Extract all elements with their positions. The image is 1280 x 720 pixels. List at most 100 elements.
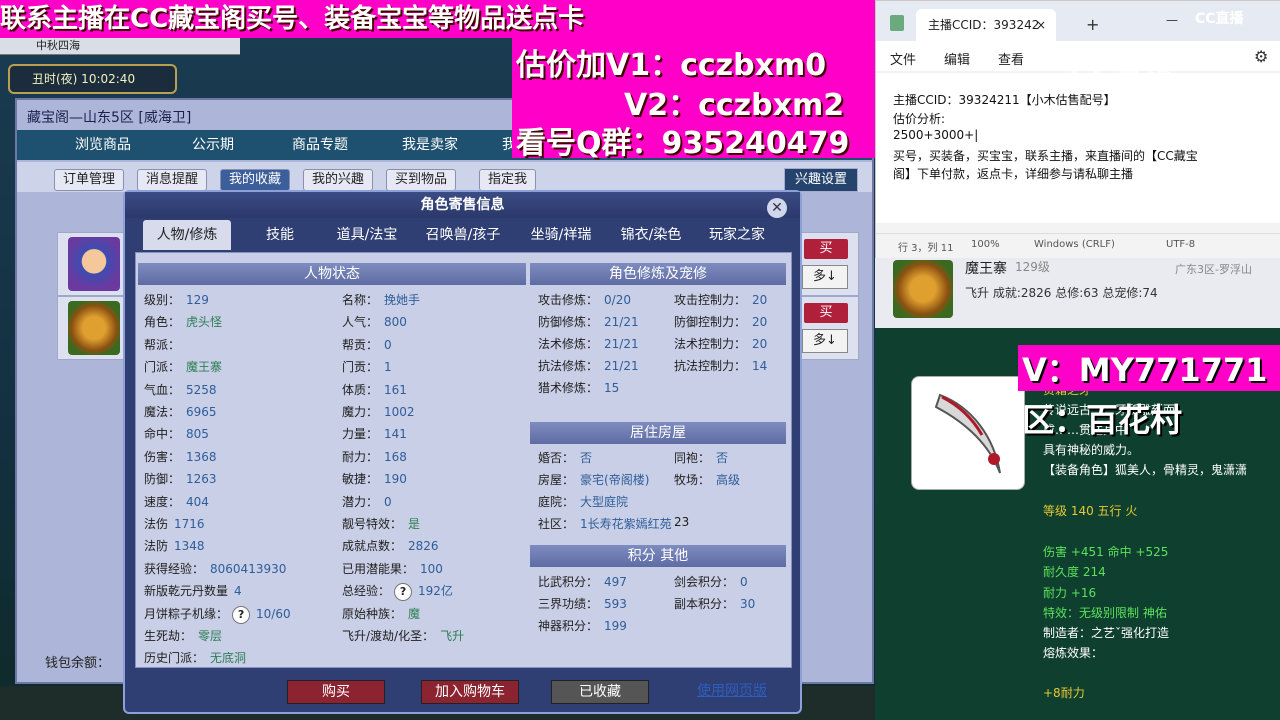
item-durability: 耐久度 214: [1043, 565, 1106, 579]
tab-topics[interactable]: 商品专题: [292, 130, 348, 160]
add-tab-icon[interactable]: +: [1086, 15, 1099, 34]
tab-browse[interactable]: 浏览商品: [75, 130, 131, 160]
dialog-tabs: 人物/修炼 技能 道具/法宝 召唤兽/孩子 坐骑/祥瑞 锦衣/染色 玩家之家: [135, 220, 790, 252]
stat-label: 抗法修炼：: [538, 359, 599, 373]
buy-button[interactable]: 买: [804, 303, 848, 323]
stat-label: 获得经验：: [144, 561, 205, 576]
subtab-bought[interactable]: 买到物品: [386, 169, 457, 191]
subtab-assigned[interactable]: 指定我: [479, 169, 537, 191]
close-icon[interactable]: ✕: [767, 198, 787, 218]
notepad-line: 买号，买装备，买宝宝，联系主播，来直播间的【CC藏宝: [893, 149, 1198, 163]
stat-label: 速度：: [144, 494, 181, 509]
stat-label: 月饼粽子机缘：: [144, 606, 229, 621]
stat-label: 耐力：: [342, 449, 379, 464]
tab-seller[interactable]: 我是卖家: [402, 130, 458, 160]
item-panel: 魔王寨 129级 广东3区-罗浮山 飞升 成就:2826 总修:63 总宠修:7…: [875, 258, 1280, 720]
menu-file[interactable]: 文件: [890, 49, 916, 68]
stat-row: 飞升/渡劫/化圣： 飞升: [342, 627, 464, 644]
stat-label: 魔力：: [342, 405, 379, 419]
stat-value: 805: [186, 427, 209, 442]
stat-label: 婚否：: [538, 451, 575, 465]
stat-value: 1263: [186, 472, 217, 487]
stat-row: 级别： 129: [144, 291, 209, 308]
stat-value: 497: [604, 575, 627, 589]
wallet-label: 钱包余额：: [45, 656, 111, 671]
list-item[interactable]: 魔王寨 129级 广东3区-罗浮山 飞升 成就:2826 总修:63 总宠修:7…: [875, 258, 1280, 328]
notepad-tab[interactable]: 主播CCID：393242 ×: [916, 9, 1056, 41]
stat-row: 获得经验： 8060413930: [144, 560, 286, 577]
notepad-window: 主播CCID：393242 × + — 文件 编辑 查看 ⚙ 主播CCID：39…: [875, 0, 1280, 260]
stat-label: 帮派：: [144, 337, 181, 352]
tab-skills[interactable]: 技能: [245, 220, 315, 250]
character-level: 129级: [1015, 260, 1050, 274]
stat-label: 门派：: [144, 360, 181, 375]
subtab-interests[interactable]: 我的兴趣: [303, 169, 374, 191]
interest-settings-button[interactable]: 兴趣设置: [783, 168, 858, 192]
stat-value: 199: [604, 619, 627, 633]
menu-view[interactable]: 查看: [998, 49, 1024, 68]
stat-value: 无底洞: [210, 651, 247, 666]
tab-pets[interactable]: 召唤兽/孩子: [417, 220, 509, 250]
gear-icon[interactable]: ⚙: [1254, 47, 1268, 66]
promo-box: 估价加V1：cczbxm0 V2：cczbxm2 看号Q群：935240479: [512, 38, 875, 161]
more-button[interactable]: 多↓: [802, 265, 848, 289]
stat-value: 21/21: [604, 337, 639, 351]
stat-value: 否: [580, 451, 593, 465]
stat-value: 161: [384, 382, 407, 397]
subtab-favorites[interactable]: 我的收藏: [220, 169, 291, 191]
stat-value: 192亿: [418, 584, 453, 599]
dialog-title: 角色寄售信息: [125, 192, 800, 218]
stat-value: 1716: [174, 517, 205, 531]
subtab-messages[interactable]: 消息提醒: [137, 169, 208, 191]
stat-row: 抗法控制力： 14: [674, 357, 767, 374]
item-level: 等级 140 五行 火: [1043, 504, 1138, 518]
stat-value: 21/21: [604, 359, 639, 373]
stat-label: 同袍：: [674, 451, 711, 465]
tab-home[interactable]: 玩家之家: [697, 220, 777, 250]
stat-label: 副本积分：: [674, 597, 735, 611]
buy-button[interactable]: 买: [804, 239, 848, 259]
promo-line: 看号Q群：935240479: [516, 126, 850, 161]
purchase-button[interactable]: 购买: [287, 680, 385, 704]
subtab-orders[interactable]: 订单管理: [54, 169, 125, 191]
stat-label: 靓号特效：: [342, 517, 403, 531]
tab-mounts[interactable]: 坐骑/祥瑞: [515, 220, 607, 250]
stat-label: 新版乾元丹数量: [144, 584, 229, 599]
stat-value: 800: [384, 315, 407, 330]
menu-edit[interactable]: 编辑: [944, 49, 970, 68]
avatar: [68, 237, 120, 291]
stat-row: 防御修炼： 21/21: [538, 313, 639, 330]
stat-label: 法术控制力：: [674, 337, 747, 351]
collected-button[interactable]: 已收藏: [551, 680, 649, 704]
tab-items[interactable]: 道具/法宝: [327, 220, 407, 250]
notepad-text-area[interactable]: 主播CCID：39324211【小木估售配号】 估价分析: 2500+3000+…: [876, 73, 1280, 223]
web-version-link[interactable]: 使用网页版: [691, 680, 773, 702]
help-icon[interactable]: ?: [232, 605, 251, 624]
stat-label: 防御修炼：: [538, 315, 599, 329]
stat-row: 成就点数： 2826: [342, 537, 439, 554]
tab-publicity[interactable]: 公示期: [192, 130, 234, 160]
stat-label: 法伤: [144, 517, 169, 531]
stat-value: 1长寿花紫嫣红苑: [580, 517, 672, 531]
stat-row: 体质： 161: [342, 381, 407, 398]
minimize-icon[interactable]: —: [1166, 13, 1178, 27]
server-text: 区：百花村: [1022, 401, 1183, 439]
stat-value: 魔王寨: [186, 360, 223, 375]
stat-value: 零层: [198, 629, 223, 643]
close-icon[interactable]: ×: [1024, 9, 1046, 41]
promo-banner: 联系主播在CC藏宝阁买号、装备宝宝等物品送点卡: [0, 0, 875, 38]
cangbaoge-subtabs: 订单管理 消息提醒 我的收藏 我的兴趣 买到物品 指定我 兴趣设置: [17, 162, 872, 192]
more-button[interactable]: 多↓: [802, 329, 848, 353]
add-to-cart-button[interactable]: 加入购物车: [421, 680, 519, 704]
stat-label: 防御：: [144, 472, 181, 487]
tab-outfits[interactable]: 锦衣/染色: [611, 220, 691, 250]
tab-character[interactable]: 人物/修炼: [143, 220, 231, 250]
stat-label: 猎术修炼：: [538, 381, 599, 395]
game-tab-label[interactable]: 中秋四海: [36, 37, 80, 53]
help-icon[interactable]: ?: [394, 583, 413, 602]
stat-value: 豪宅(帝阁楼): [580, 473, 650, 487]
stat-value: 593: [604, 597, 627, 611]
notepad-line: 估价分析:: [893, 112, 946, 126]
stat-value: 是: [408, 517, 421, 531]
contact-text: V：MY771771: [1022, 351, 1268, 389]
